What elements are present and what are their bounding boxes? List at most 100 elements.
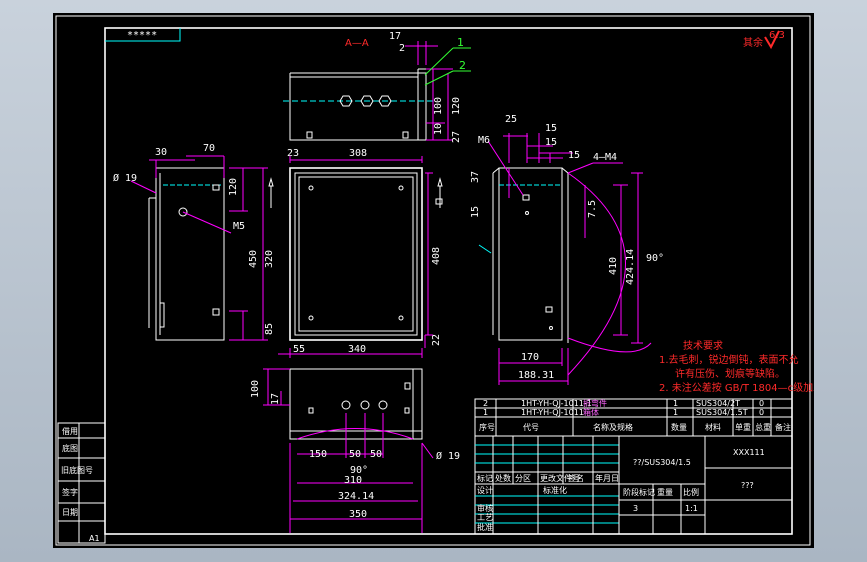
callout-2: 2	[459, 59, 466, 72]
cad-viewport[interactable]: ***** 借用 底图 旧底图号 签字 日期 A1 A—A 其余 6.3 1 2…	[53, 13, 814, 548]
section-label: A—A	[345, 38, 369, 49]
bom-h-name: 名称及规格	[593, 422, 633, 432]
dim-30: 30	[155, 147, 167, 158]
tech-title: 技术要求	[683, 339, 723, 352]
tb-row-approve: 批准	[477, 522, 493, 532]
dim-55: 55	[293, 344, 305, 355]
bom-r2-name: 箱体	[583, 407, 599, 417]
tb-material: ??/SUS304/1.5	[633, 458, 691, 467]
title-block: ??/SUS304/1.5 XXX111 ??? 标记 处数 分区 更改文件号 …	[474, 435, 793, 535]
dim-10: 10	[433, 123, 444, 135]
bom-h-total: 总重	[755, 422, 771, 432]
bom-r1-mat: SUS304/2T	[696, 399, 740, 408]
tech-line-3: 2. 未注公差按 GB/T 1804—c级加工。	[659, 381, 814, 394]
tb-col-6: 年月日	[595, 473, 619, 483]
tb-row-process: 工艺	[477, 513, 493, 522]
dim-7-5: 7.5	[587, 200, 598, 218]
dim-450: 450	[248, 250, 259, 268]
bom-h-no: 序号	[479, 422, 495, 432]
tb-stage: 阶段标记	[623, 487, 655, 497]
bom-r1-weight: 0	[759, 399, 764, 408]
dim-170: 170	[521, 352, 539, 363]
tech-requirements: 技术要求 1.去毛刺，锐边倒钝，表面不允 许有压伤、划痕等缺陷。 2. 未注公差…	[659, 339, 814, 394]
tb-weight: 重量	[657, 487, 673, 497]
top-section-view: 1 2 17 2 100 120 10 27	[283, 31, 471, 143]
dim-85: 85	[264, 323, 275, 335]
dim-15d: 15	[470, 206, 481, 218]
dim-324-14: 324.14	[338, 491, 374, 502]
dim-340: 340	[348, 344, 366, 355]
bom-h-qty: 数量	[671, 422, 687, 432]
tb-col-2: 处数	[495, 473, 511, 483]
tech-line-1: 1.去毛刺，锐边倒钝，表面不允	[659, 353, 799, 366]
dim-350: 350	[349, 509, 367, 520]
dim-22: 22	[431, 334, 442, 346]
tb-col-1: 标记	[477, 473, 493, 483]
dim-308: 308	[349, 148, 367, 159]
bom-r2-mat: SUS304/1.5T	[696, 408, 748, 417]
bom-table: 2 1HT-YH-QJ-1011-1 折弯件 1 SUS304/2T 0 1 1…	[474, 398, 793, 437]
dim-15b: 15	[545, 137, 557, 148]
dim-424-14: 424.14	[625, 249, 636, 285]
bom-r2-no: 1	[483, 408, 488, 417]
dim-2: 2	[399, 43, 405, 54]
tb-sheet: 3	[633, 504, 638, 513]
tb-col-3: 分区	[515, 474, 531, 483]
dim-25: 25	[505, 114, 517, 125]
bom-h-code: 代号	[523, 422, 539, 432]
bottom-view: 100 17 150 50 50 90° 310 324.14 350 Ø 19	[250, 368, 460, 533]
tech-line-2: 许有压伤、划痕等缺陷。	[675, 367, 785, 380]
dim-150: 150	[309, 449, 327, 460]
strip-label-5: 日期	[62, 508, 78, 517]
left-side-view: 30 70 Ø 19 120 M5 450 320 85	[113, 143, 275, 341]
dim-410: 410	[608, 257, 619, 275]
dim-188-31: 188.31	[518, 370, 554, 381]
dim-17b: 17	[270, 393, 281, 405]
tb-scale-val: 1:1	[685, 504, 698, 513]
dim-17: 17	[389, 31, 401, 42]
bom-r2-code: 1HT-YH-QJ-1011	[521, 408, 584, 417]
dim-m6: M6	[478, 135, 490, 146]
strip-label-1: 借用	[62, 426, 78, 436]
dim-m5: M5	[233, 221, 245, 232]
dim-50b: 50	[370, 449, 382, 460]
dim-50a: 50	[349, 449, 361, 460]
bom-h-mat: 材料	[705, 422, 721, 432]
tb-name: ???	[741, 481, 754, 490]
strip-label-2: 底图	[62, 443, 78, 453]
bom-r1-qty: 1	[673, 399, 678, 408]
dim-15a: 15	[545, 123, 557, 134]
tb-row-review: 审核	[477, 503, 493, 513]
tb-drawing-no: XXX111	[733, 448, 765, 457]
drawing-canvas: ***** 借用 底图 旧底图号 签字 日期 A1 A—A 其余 6.3 1 2…	[55, 15, 814, 546]
right-side-view: 25 15 15 15 M6 4—M4 37 15 7.5 410 424.14…	[470, 114, 664, 385]
dim-320: 320	[264, 250, 275, 268]
front-view: 23 308 408 55 340 22	[268, 148, 443, 358]
bom-r1-no: 2	[483, 399, 488, 408]
tb-col-5: 签名	[568, 473, 584, 483]
dim-408: 408	[431, 247, 442, 265]
left-strip: 借用 底图 旧底图号 签字 日期 A1	[57, 422, 106, 544]
dim-15c: 15	[568, 150, 580, 161]
dim-70: 70	[203, 143, 215, 154]
tb-row-design: 设计	[477, 485, 493, 495]
dim-100: 100	[433, 97, 444, 115]
tb-scale: 比例	[683, 487, 699, 497]
strip-label-3: 旧底图号	[61, 465, 93, 475]
dim-phi19b: Ø 19	[436, 450, 460, 462]
dim-27: 27	[451, 131, 462, 143]
dim-100b: 100	[250, 380, 261, 398]
bom-r1-code: 1HT-YH-QJ-1011-1	[521, 399, 592, 408]
bom-h-unit: 单重	[735, 422, 751, 432]
bom-r2-qty: 1	[673, 408, 678, 417]
bom-h-note: 备注	[775, 422, 791, 432]
callout-1: 1	[457, 36, 464, 49]
tb-standard: 标准化	[543, 485, 567, 495]
roughness-value: 6.3	[769, 30, 785, 41]
dim-310: 310	[344, 475, 362, 486]
dim-90a: 90°	[646, 253, 664, 264]
corner-tag: *****	[127, 30, 157, 41]
dim-37: 37	[470, 171, 481, 183]
dim-120a: 120	[451, 97, 462, 115]
roughness-note: 其余	[743, 36, 763, 49]
